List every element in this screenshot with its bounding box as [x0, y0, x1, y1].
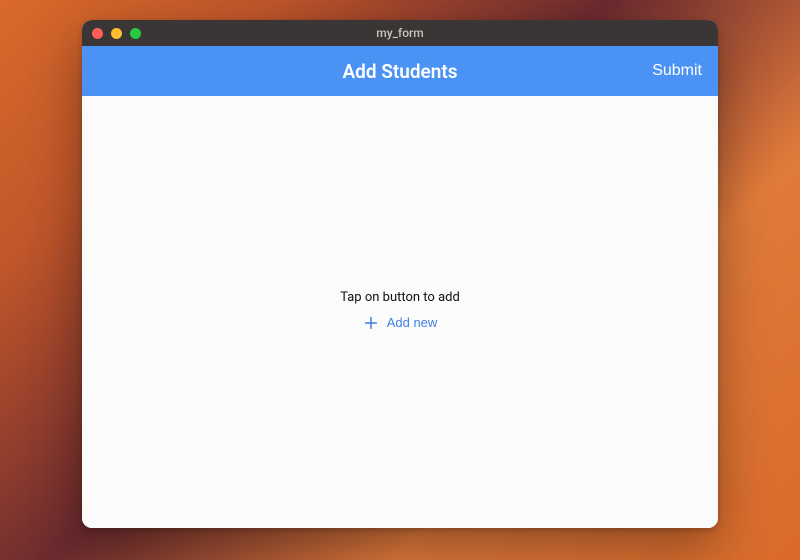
main-content: Tap on button to add Add new	[82, 96, 718, 528]
zoom-icon[interactable]	[130, 28, 141, 39]
add-new-label: Add new	[387, 315, 438, 330]
close-icon[interactable]	[92, 28, 103, 39]
add-new-button[interactable]: Add new	[357, 311, 444, 335]
page-title: Add Students	[342, 60, 457, 83]
app-window: my_form Add Students Submit Tap on butto…	[82, 20, 718, 528]
submit-button[interactable]: Submit	[652, 46, 702, 96]
plus-icon	[363, 315, 379, 331]
app-bar: Add Students Submit	[82, 46, 718, 96]
minimize-icon[interactable]	[111, 28, 122, 39]
empty-state-hint: Tap on button to add	[340, 290, 460, 305]
window-titlebar: my_form	[82, 20, 718, 46]
traffic-lights	[92, 28, 141, 39]
window-title: my_form	[82, 26, 718, 40]
